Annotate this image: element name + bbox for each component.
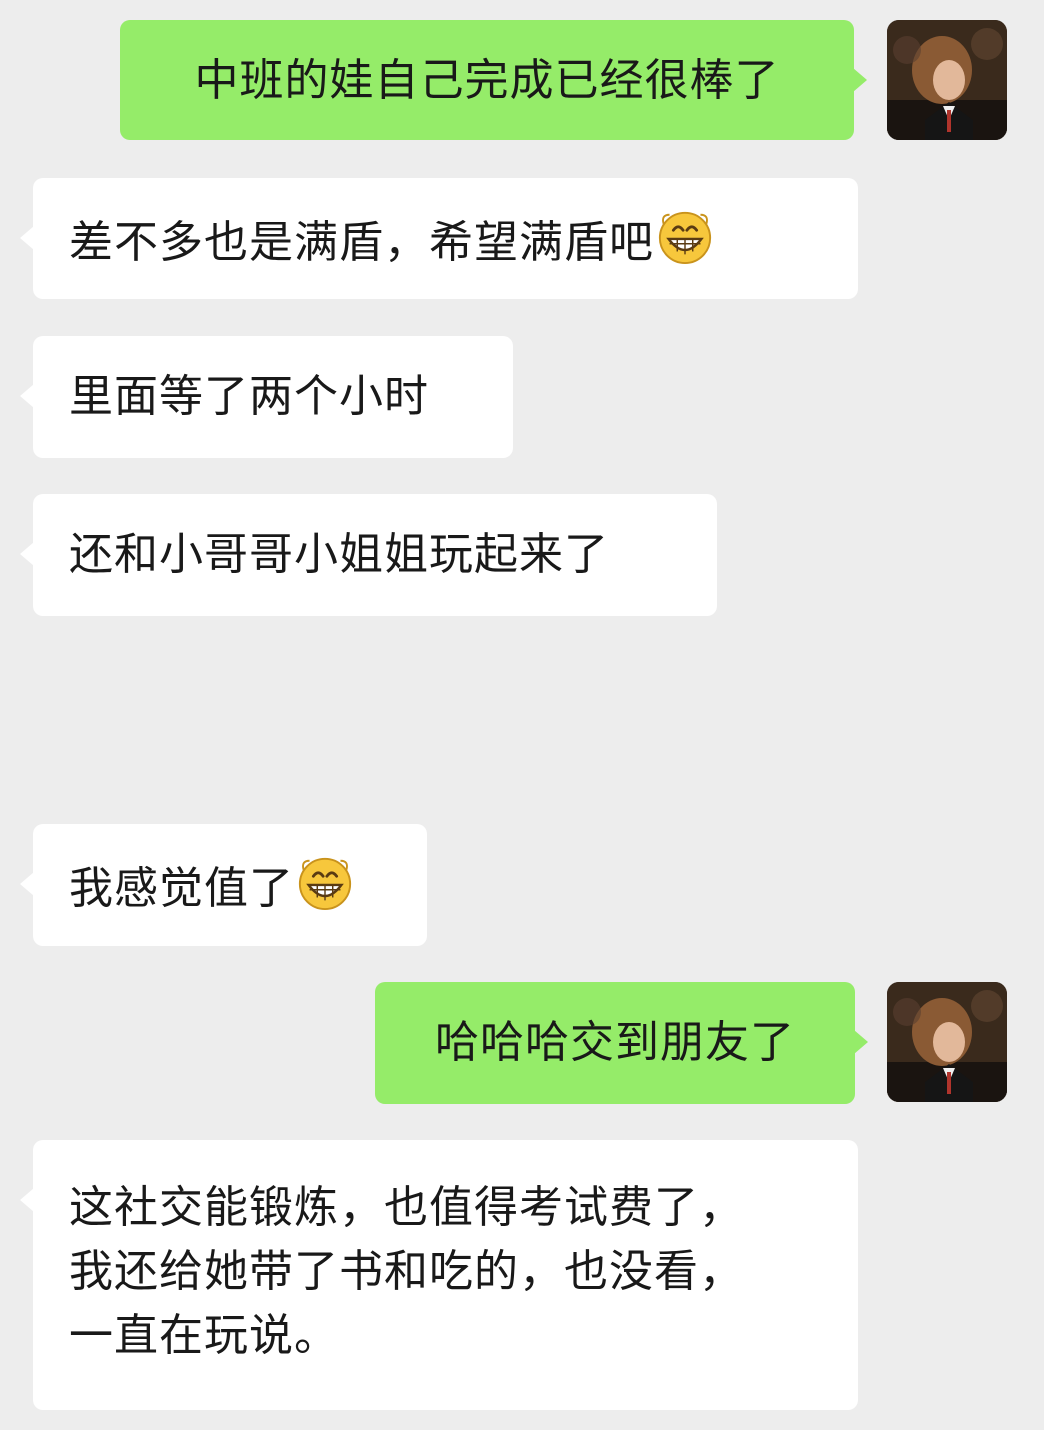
incoming-message-bubble[interactable]: 还和小哥哥小姐姐玩起来了 — [20, 494, 717, 616]
avatar-image — [887, 982, 1007, 1102]
message-text: 中班的娃自己完成已经很棒了 — [194, 55, 780, 106]
outgoing-message-bubble[interactable]: 中班的娃自己完成已经很棒了 — [120, 20, 867, 140]
message-text: 我感觉值了 — [69, 863, 294, 914]
incoming-message-bubble[interactable]: 我感觉值了 — [20, 824, 427, 946]
grin-emoji-icon — [298, 857, 352, 911]
message-line: 我还给她带了书和吃的，也没看， — [69, 1246, 744, 1297]
message-text: 里面等了两个小时 — [69, 371, 429, 422]
outgoing-message-bubble[interactable]: 哈哈哈交到朋友了 — [375, 982, 868, 1104]
message-text: 哈哈哈交到朋友了 — [435, 1017, 795, 1068]
message-line: 这社交能锻炼，也值得考试费了， — [69, 1182, 744, 1233]
user-avatar[interactable] — [887, 20, 1007, 140]
user-avatar[interactable] — [887, 982, 1007, 1102]
avatar-image — [887, 20, 1007, 140]
incoming-message-bubble[interactable]: 里面等了两个小时 — [20, 336, 513, 458]
message-line: 一直在玩说。 — [69, 1310, 339, 1361]
grin-emoji-icon — [658, 211, 712, 265]
message-text: 还和小哥哥小姐姐玩起来了 — [69, 529, 609, 580]
chat-area: 中班的娃自己完成已经很棒了 差不多也是满盾，希望满盾吧 里面等了两个小时 还和小… — [0, 0, 1044, 1430]
message-text: 差不多也是满盾，希望满盾吧 — [69, 217, 654, 268]
incoming-message-bubble[interactable]: 差不多也是满盾，希望满盾吧 — [20, 178, 858, 299]
incoming-message-bubble[interactable]: 这社交能锻炼，也值得考试费了， 我还给她带了书和吃的，也没看， 一直在玩说。 — [20, 1140, 858, 1410]
